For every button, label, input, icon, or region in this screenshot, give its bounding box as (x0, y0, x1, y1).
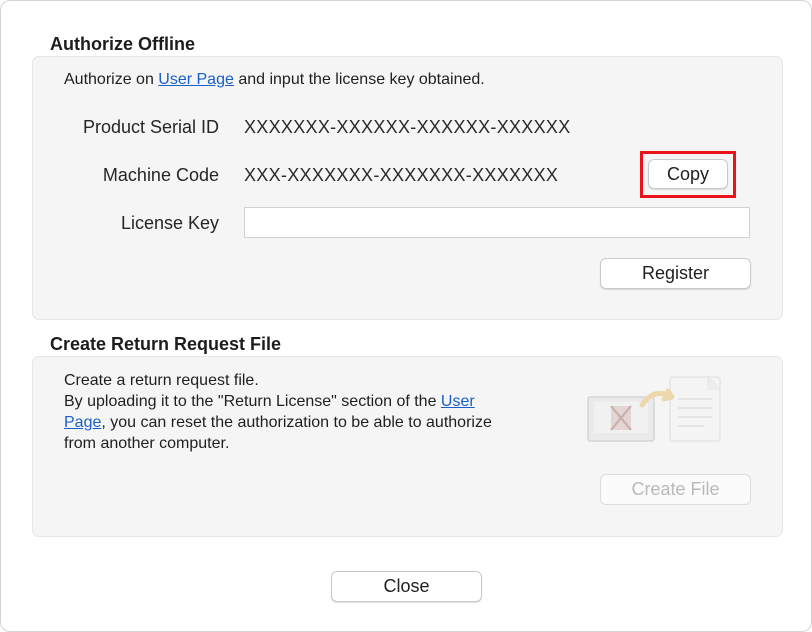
create-file-button[interactable]: Create File (600, 474, 751, 505)
serial-id-label: Product Serial ID (82, 117, 219, 137)
license-key-input[interactable] (244, 207, 750, 238)
register-button[interactable]: Register (600, 258, 751, 289)
user-page-link-3[interactable]: Page (64, 414, 101, 431)
close-button[interactable]: Close (331, 571, 482, 602)
machine-code-label: Machine Code (102, 165, 219, 185)
return-line-3-text: , you can reset the authorization to be … (101, 414, 492, 431)
serial-id-value: XXXXXXX-XXXXXX-XXXXXX-XXXXXX (244, 117, 571, 137)
instruction-prefix: Authorize on (64, 71, 159, 88)
user-page-link-2[interactable]: User (441, 393, 475, 410)
copy-button[interactable]: Copy (648, 159, 728, 189)
return-line-4: from another computer. (64, 435, 230, 452)
return-line-2: By uploading it to the "Return License" … (64, 393, 475, 411)
authorize-instruction: Authorize on User Page and input the lic… (64, 71, 485, 89)
authorize-dialog: Authorize Offline Authorize on User Page… (0, 0, 812, 632)
return-line-1: Create a return request file. (64, 372, 259, 389)
return-request-title: Create Return Request File (50, 334, 282, 354)
instruction-suffix: and input the license key obtained. (233, 71, 485, 88)
machine-code-value: XXX-XXXXXXX-XXXXXXX-XXXXXXX (244, 165, 559, 185)
license-key-label: License Key (120, 213, 219, 233)
return-line-2-text: By uploading it to the "Return License" … (64, 393, 441, 410)
user-page-link[interactable]: User Page (158, 71, 234, 88)
return-line-3: Page, you can reset the authorization to… (64, 414, 492, 432)
authorize-offline-title: Authorize Offline (50, 34, 195, 54)
return-license-illustration-icon (587, 375, 722, 442)
